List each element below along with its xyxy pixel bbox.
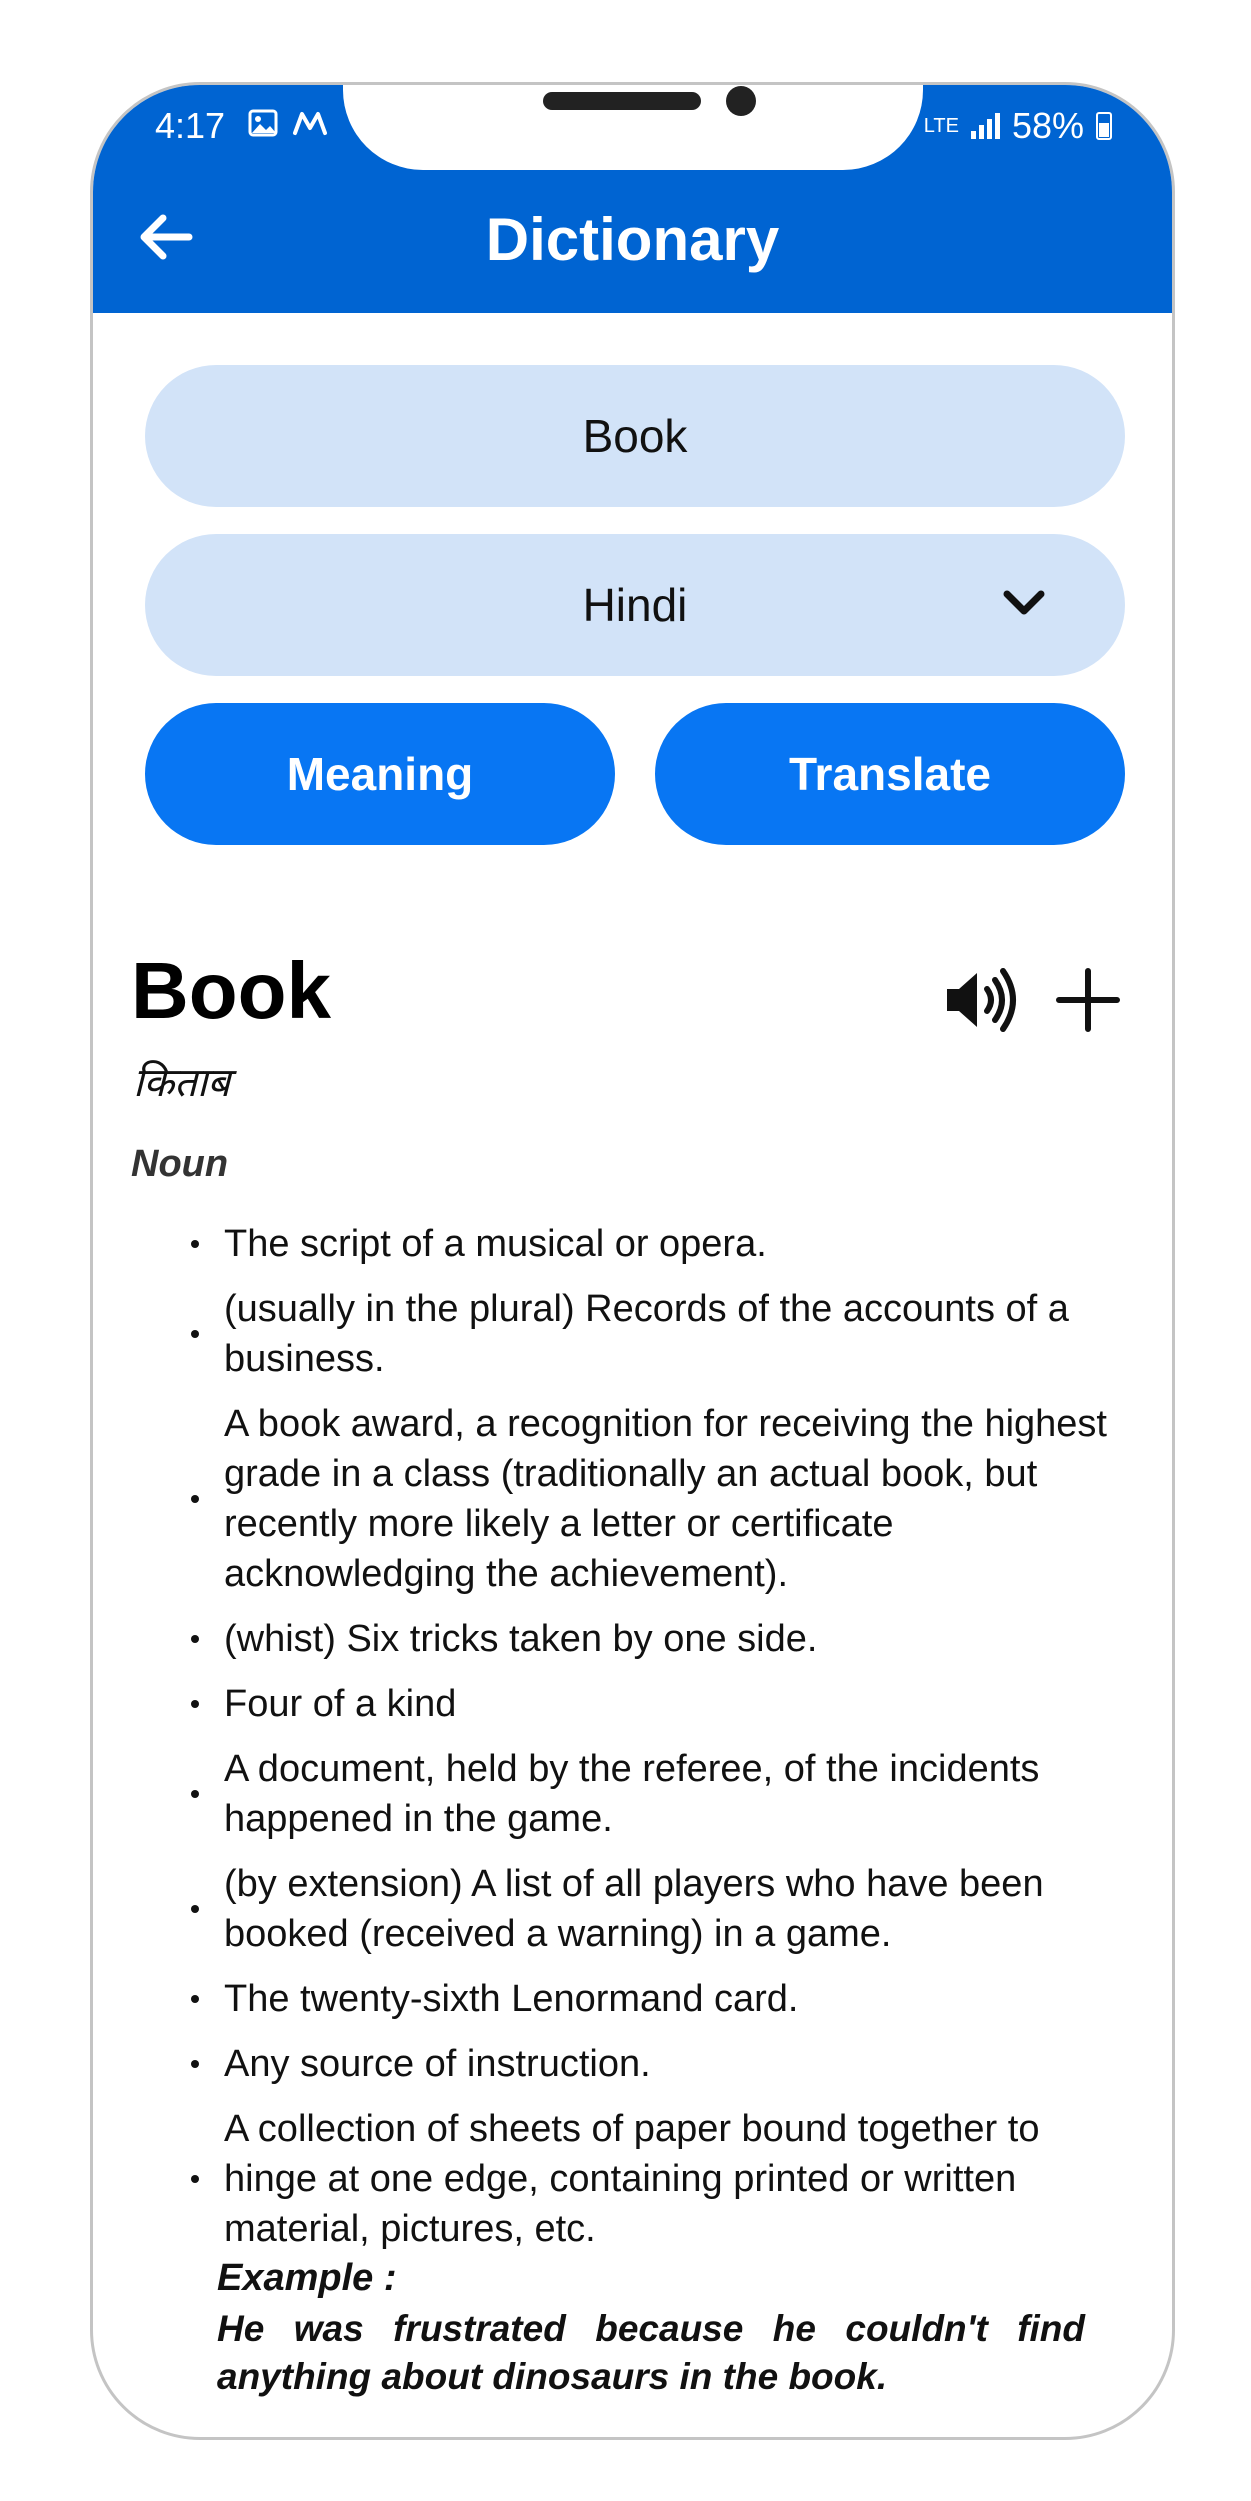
- meaning-button-label: Meaning: [286, 748, 474, 800]
- battery-icon: [1096, 112, 1112, 140]
- bullet: [191, 1635, 199, 1643]
- list-item: A collection of sheets of paper bound to…: [93, 2104, 1172, 2254]
- status-time: 4:17: [155, 105, 226, 146]
- definition-text: A document, held by the referee, of the …: [224, 1748, 1040, 1840]
- camera-notch: [343, 85, 923, 170]
- bullet: [191, 1330, 199, 1338]
- language-select[interactable]: Hindi: [145, 534, 1125, 676]
- definition-text: A collection of sheets of paper bound to…: [224, 2108, 1040, 2250]
- front-camera: [726, 86, 756, 116]
- example-label: Example :: [217, 2257, 397, 2299]
- definition-text: The script of a musical or opera.: [224, 1223, 767, 1265]
- list-item: (by extension) A list of all players who…: [93, 1859, 1172, 1959]
- definition-text: A book award, a recognition for receivin…: [224, 1403, 1107, 1595]
- network-type: LTE: [923, 115, 959, 137]
- list-item: (whist) Six tricks taken by one side.: [93, 1614, 1172, 1664]
- phone-frame: 4:17 LTE 58% Dictionary Book Hindi Meani…: [90, 82, 1175, 2440]
- signal-icon: [970, 113, 1000, 139]
- m-app-icon: [293, 112, 327, 135]
- meaning-button[interactable]: Meaning: [145, 703, 615, 845]
- page-title: Dictionary: [485, 206, 780, 273]
- bullet: [191, 1995, 199, 2003]
- bullet: [191, 1495, 199, 1503]
- speaker-icon[interactable]: [943, 965, 1021, 1035]
- speaker-grille: [543, 92, 701, 110]
- status-right-icons: LTE 58%: [924, 105, 1112, 147]
- definition-text: (whist) Six tricks taken by one side.: [224, 1618, 818, 1660]
- definition-text: (by extension) A list of all players who…: [224, 1863, 1044, 1955]
- bullet: [191, 2060, 199, 2068]
- list-item: The twenty-sixth Lenormand card.: [93, 1974, 1172, 2024]
- example-text: He was frustrated because he couldn't fi…: [217, 2308, 1085, 2397]
- list-item: Any source of instruction.: [93, 2039, 1172, 2089]
- bullet: [191, 1700, 199, 1708]
- bullet: [191, 2175, 199, 2183]
- plus-icon[interactable]: [1053, 965, 1123, 1035]
- list-item: The script of a musical or opera.: [93, 1219, 1172, 1269]
- translate-button-label: Translate: [789, 748, 991, 800]
- chevron-down-icon: [1003, 590, 1045, 615]
- search-input-value: Book: [582, 410, 688, 462]
- list-item: Four of a kind: [93, 1679, 1172, 1729]
- definition-list: The script of a musical or opera. (usual…: [93, 1219, 1172, 2269]
- image-icon: [248, 109, 278, 137]
- language-select-value: Hindi: [582, 579, 688, 631]
- list-item: (usually in the plural) Records of the a…: [93, 1284, 1172, 1384]
- definition-text: Any source of instruction.: [224, 2043, 651, 2085]
- bullet: [191, 1790, 199, 1798]
- definition-text: (usually in the plural) Records of the a…: [224, 1288, 1069, 1380]
- search-input[interactable]: Book: [145, 365, 1125, 507]
- definition-text: Four of a kind: [224, 1683, 457, 1725]
- battery-percent: 58%: [1011, 105, 1084, 146]
- app-bar: 4:17 LTE 58% Dictionary: [93, 85, 1172, 313]
- definition-text: The twenty-sixth Lenormand card.: [224, 1978, 799, 2020]
- bullet: [191, 1240, 199, 1248]
- result-word: Book: [131, 946, 331, 1035]
- list-item: A document, held by the referee, of the …: [93, 1744, 1172, 1844]
- part-of-speech: Noun: [131, 1143, 229, 1185]
- translate-button[interactable]: Translate: [655, 703, 1125, 845]
- bullet: [191, 1905, 199, 1913]
- list-item: A book award, a recognition for receivin…: [93, 1399, 1172, 1599]
- status-left-icons: [248, 109, 328, 137]
- hindi-translation: किताब: [133, 1060, 231, 1106]
